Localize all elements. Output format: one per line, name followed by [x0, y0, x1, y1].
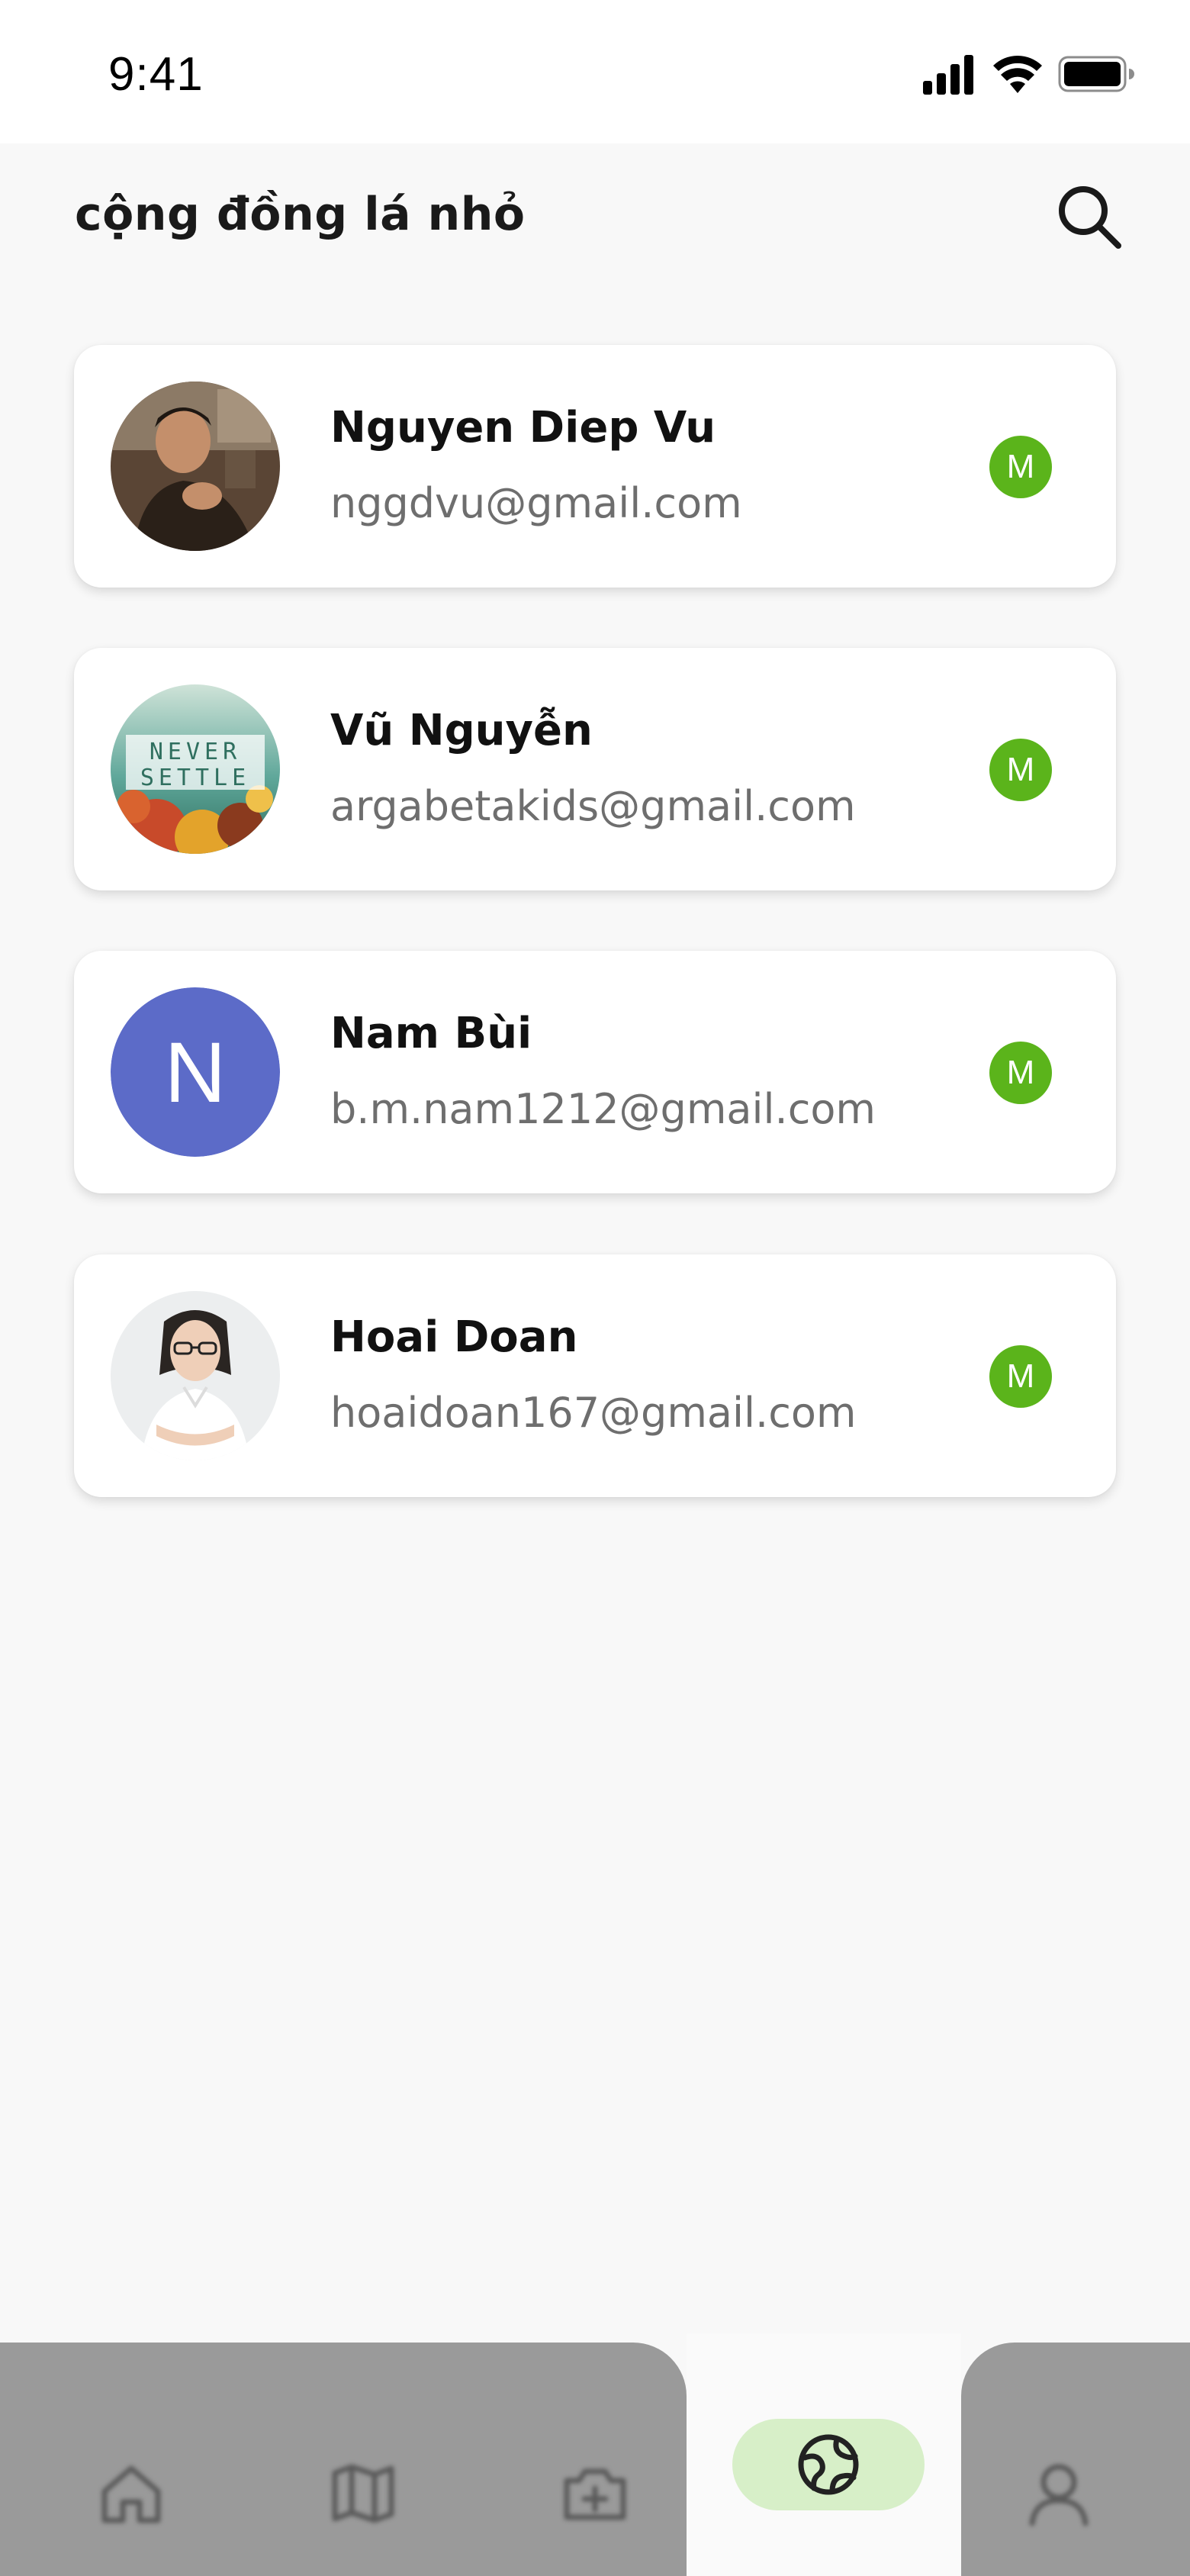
- map-icon: [332, 2464, 394, 2523]
- wifi-icon: [993, 56, 1042, 93]
- signal-icon: [923, 55, 973, 95]
- avatar-letter: N: [111, 987, 280, 1157]
- user-card[interactable]: NEVER SETTLE Vũ Nguyễn argabetakids@gmai…: [74, 648, 1116, 890]
- avatar-text-never: NEVER: [150, 739, 241, 765]
- bottom-nav: [0, 2333, 1190, 2576]
- status-icons: [923, 53, 1137, 96]
- status-time: 9:41: [108, 48, 204, 101]
- role-badge: M: [989, 1345, 1052, 1408]
- nav-community[interactable]: [732, 2419, 925, 2510]
- avatar: N: [111, 987, 280, 1157]
- nav-home[interactable]: [85, 2448, 177, 2539]
- avatar: [111, 382, 280, 551]
- user-card[interactable]: N Nam Bùi b.m.nam1212@gmail.com M: [74, 951, 1116, 1193]
- role-badge: M: [989, 739, 1052, 801]
- avatar-text-settle: SETTLE: [140, 765, 250, 791]
- user-card[interactable]: Nguyen Diep Vu nggdvu@gmail.com M: [74, 345, 1116, 588]
- avatar: NEVER SETTLE: [111, 684, 280, 854]
- profile-icon: [1029, 2464, 1089, 2526]
- page-title: cộng đồng lá nhỏ: [75, 188, 526, 241]
- user-email: argabetakids@gmail.com: [330, 782, 856, 830]
- home-icon: [101, 2465, 161, 2523]
- search-icon: [1059, 186, 1121, 249]
- search-button[interactable]: [1053, 180, 1126, 253]
- role-badge: M: [989, 436, 1052, 498]
- user-name: Nam Bùi: [330, 1009, 532, 1058]
- user-email: b.m.nam1212@gmail.com: [330, 1085, 876, 1133]
- battery-icon: [1058, 56, 1134, 92]
- user-name: Vũ Nguyễn: [330, 706, 593, 755]
- avatar: [111, 1291, 280, 1460]
- user-email: hoaidoan167@gmail.com: [330, 1389, 857, 1437]
- status-bar: 9:41: [0, 0, 1190, 143]
- camera-plus-icon: [564, 2468, 626, 2520]
- user-name: Hoai Doan: [330, 1312, 578, 1362]
- user-name: Nguyen Diep Vu: [330, 403, 716, 452]
- community-globe-icon: [798, 2434, 859, 2495]
- nav-profile[interactable]: [1013, 2448, 1105, 2539]
- nav-camera[interactable]: [549, 2448, 641, 2539]
- nav-map[interactable]: [317, 2448, 409, 2539]
- role-badge: M: [989, 1042, 1052, 1104]
- screen: 9:41 cộng đồng lá nhỏ Nguyen Diep Vu ngg…: [0, 0, 1190, 2576]
- user-card[interactable]: Hoai Doan hoaidoan167@gmail.com M: [74, 1254, 1116, 1497]
- user-email: nggdvu@gmail.com: [330, 479, 742, 527]
